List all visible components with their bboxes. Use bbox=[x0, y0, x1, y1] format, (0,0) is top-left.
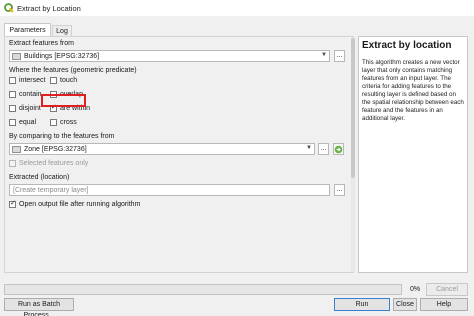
output-options-button[interactable]: ... bbox=[334, 184, 345, 196]
predicate-intersect-label: intersect bbox=[19, 77, 46, 84]
predicate-cross-label: cross bbox=[60, 119, 77, 126]
extracted-output-placeholder: [Create temporary layer] bbox=[13, 187, 89, 194]
open-output-label: Open output file after running algorithm bbox=[19, 201, 141, 208]
extracted-location-label: Extracted (location) bbox=[9, 174, 70, 181]
help-description: This algorithm creates a new vector laye… bbox=[362, 59, 464, 122]
extracted-output-field[interactable]: [Create temporary layer] bbox=[9, 184, 330, 196]
extract-layer-value: Buildings [EPSG:32736] bbox=[24, 53, 100, 60]
compare-layer-options-button[interactable]: ... bbox=[318, 143, 329, 155]
predicate-equal-label: equal bbox=[19, 119, 37, 126]
chevron-down-icon: ▼ bbox=[321, 52, 327, 58]
selected-features-only-label: Selected features only bbox=[19, 160, 89, 167]
are-within-highlight-box bbox=[41, 94, 86, 107]
predicate-touch-label: touch bbox=[60, 77, 78, 84]
predicate-disjoint-label: disjoint bbox=[19, 105, 41, 112]
chevron-down-icon: ▼ bbox=[306, 145, 312, 151]
predicate-label: Where the features (geometric predicate) bbox=[9, 67, 137, 74]
tab-parameters[interactable]: Parameters bbox=[4, 23, 51, 37]
open-output-checkbox[interactable] bbox=[9, 199, 16, 208]
progress-bar bbox=[4, 284, 402, 295]
compare-layer-value: Zone [EPSG:32736] bbox=[24, 146, 87, 153]
selected-features-only-checkbox[interactable] bbox=[9, 160, 16, 167]
predicate-contain-label: contain bbox=[19, 91, 42, 98]
compare-features-label: By comparing to the features from bbox=[9, 133, 115, 140]
vertical-scrollbar[interactable] bbox=[351, 38, 355, 272]
title-bar: Extract by Location bbox=[0, 0, 474, 16]
algorithm-dialog: Parameters Log Extract features from Bui… bbox=[0, 16, 474, 316]
extract-features-label: Extract features from bbox=[9, 40, 74, 47]
polygon-layer-icon bbox=[12, 53, 21, 60]
scrollbar-thumb[interactable] bbox=[351, 38, 355, 178]
compare-layer-combo[interactable]: Zone [EPSG:32736] ▼ bbox=[9, 143, 315, 155]
extract-layer-options-button[interactable]: ... bbox=[334, 50, 345, 62]
predicate-contain-checkbox[interactable] bbox=[9, 91, 16, 98]
parameters-panel: Extract features from Buildings [EPSG:32… bbox=[4, 36, 355, 273]
extract-layer-combo[interactable]: Buildings [EPSG:32736] ▼ bbox=[9, 50, 330, 62]
green-arrow-icon bbox=[334, 145, 343, 154]
help-button[interactable]: Help bbox=[420, 298, 468, 311]
iterate-over-layer-button[interactable] bbox=[333, 143, 344, 155]
window-title: Extract by Location bbox=[17, 4, 81, 13]
predicate-disjoint-checkbox[interactable] bbox=[9, 105, 16, 112]
qgis-logo-icon bbox=[4, 3, 14, 13]
predicate-touch-checkbox[interactable] bbox=[50, 77, 57, 84]
predicate-equal-checkbox[interactable] bbox=[9, 119, 16, 126]
run-as-batch-button[interactable]: Run as Batch Process... bbox=[4, 298, 74, 316]
progress-percent: 0% bbox=[410, 286, 421, 293]
help-title: Extract by location bbox=[362, 40, 452, 51]
help-panel: Extract by location This algorithm creat… bbox=[358, 36, 468, 273]
run-button[interactable]: Run bbox=[334, 298, 390, 311]
predicate-intersect-checkbox[interactable] bbox=[9, 77, 16, 84]
close-button[interactable]: Close bbox=[393, 298, 417, 311]
polygon-layer-icon bbox=[12, 146, 21, 153]
cancel-button[interactable]: Cancel bbox=[426, 283, 468, 296]
predicate-cross-checkbox[interactable] bbox=[50, 119, 57, 126]
